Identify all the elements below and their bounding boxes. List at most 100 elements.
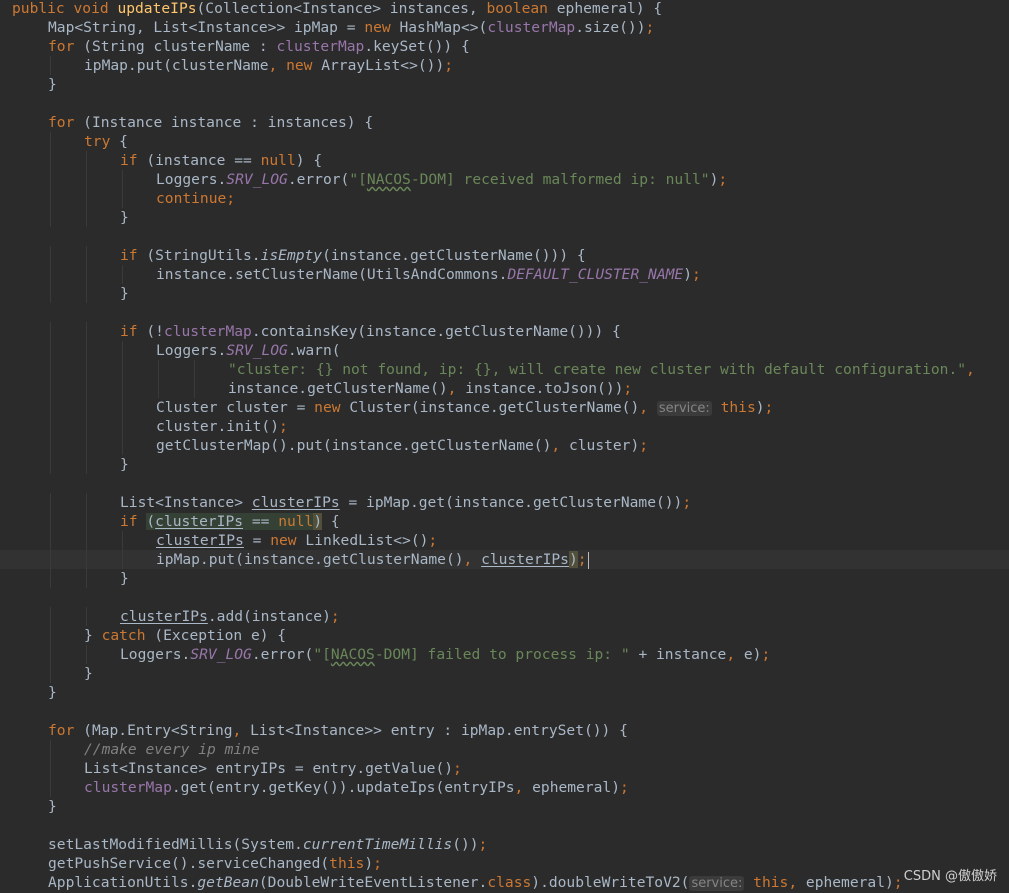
code-token: Loggers. xyxy=(120,646,191,663)
code-token: } xyxy=(48,684,57,701)
code-token: } xyxy=(84,627,102,644)
code-text: Loggers.SRV_LOG.error("[NACOS-DOM] recei… xyxy=(156,170,727,189)
code-line[interactable]: } xyxy=(0,683,1009,702)
code-line[interactable]: if (instance == null) { xyxy=(0,151,1009,170)
code-line[interactable]: clusterMap.get(entry.getKey()).updateIps… xyxy=(0,778,1009,797)
indent-guide xyxy=(50,417,51,436)
code-editor[interactable]: public void updateIPs(Collection<Instanc… xyxy=(0,0,1009,893)
indent-guide xyxy=(50,360,51,379)
code-line[interactable]: } catch (Exception e) { xyxy=(0,626,1009,645)
code-line[interactable]: public void updateIPs(Collection<Instanc… xyxy=(0,0,1009,18)
code-line[interactable]: } xyxy=(0,569,1009,588)
indent-guide xyxy=(86,379,87,398)
code-line[interactable]: getClusterMap().put(instance.getClusterN… xyxy=(0,436,1009,455)
code-line[interactable]: instance.getClusterName(), instance.toJs… xyxy=(0,379,1009,398)
code-line[interactable] xyxy=(0,474,1009,493)
indent-guide xyxy=(86,455,87,474)
indent-guide xyxy=(86,512,87,531)
code-line[interactable]: if (StringUtils.isEmpty(instance.getClus… xyxy=(0,246,1009,265)
code-token: ) xyxy=(568,551,578,568)
indent-guide xyxy=(86,170,87,189)
indent-guide xyxy=(122,189,123,208)
code-line[interactable]: getPushService().serviceChanged(this); xyxy=(0,854,1009,873)
code-line[interactable]: ApplicationUtils.getBean(DoubleWriteEven… xyxy=(0,873,1009,892)
code-line[interactable]: for (Map.Entry<String, List<Instance>> e… xyxy=(0,721,1009,740)
code-line[interactable]: clusterIPs = new LinkedList<>(); xyxy=(0,531,1009,550)
code-line[interactable]: Cluster cluster = new Cluster(instance.g… xyxy=(0,398,1009,417)
code-token: ArrayList<>()) xyxy=(321,57,445,74)
code-line[interactable]: setLastModifiedMillis(System.currentTime… xyxy=(0,835,1009,854)
code-token: ipMap.put(clusterName xyxy=(84,57,269,74)
code-line[interactable]: for (String clusterName : clusterMap.key… xyxy=(0,37,1009,56)
code-token: new xyxy=(364,19,400,36)
code-line[interactable]: ipMap.put(clusterName, new ArrayList<>()… xyxy=(0,56,1009,75)
code-token: clusterIPs xyxy=(481,551,569,568)
indent-guide xyxy=(86,607,87,626)
code-line[interactable]: clusterIPs.add(instance); xyxy=(0,607,1009,626)
code-line[interactable]: List<Instance> clusterIPs = ipMap.get(in… xyxy=(0,493,1009,512)
indent-guide xyxy=(50,56,51,75)
code-line[interactable] xyxy=(0,303,1009,322)
code-line[interactable]: List<Instance> entryIPs = entry.getValue… xyxy=(0,759,1009,778)
indent-guide xyxy=(122,398,123,417)
code-token: ( xyxy=(146,513,156,530)
code-token: getPushService().serviceChanged( xyxy=(48,855,330,872)
code-line[interactable]: try { xyxy=(0,132,1009,151)
code-line[interactable]: "cluster: {} not found, ip: {}, will cre… xyxy=(0,360,1009,379)
code-token: for xyxy=(48,722,84,739)
code-line[interactable]: Map<String, List<Instance>> ipMap = new … xyxy=(0,18,1009,37)
code-token: } xyxy=(120,456,129,473)
code-line[interactable]: } xyxy=(0,208,1009,227)
code-line[interactable]: } xyxy=(0,75,1009,94)
code-token: Loggers. xyxy=(156,171,227,188)
code-line[interactable]: continue; xyxy=(0,189,1009,208)
code-token: .warn( xyxy=(287,342,341,359)
code-token: ; xyxy=(279,418,288,435)
indent-guide xyxy=(122,170,123,189)
indent-guide xyxy=(86,531,87,550)
code-text: clusterIPs = new LinkedList<>(); xyxy=(156,531,437,550)
code-line[interactable]: } xyxy=(0,797,1009,816)
code-line[interactable] xyxy=(0,816,1009,835)
code-line[interactable] xyxy=(0,702,1009,721)
code-token: clusterIPs xyxy=(120,608,208,625)
code-text: if (instance == null) { xyxy=(120,151,322,170)
code-line[interactable] xyxy=(0,227,1009,246)
code-token: , xyxy=(639,399,657,416)
code-line[interactable]: Loggers.SRV_LOG.error("[NACOS-DOM] recei… xyxy=(0,170,1009,189)
code-token: for xyxy=(48,38,84,55)
code-token: new xyxy=(270,532,306,549)
code-token: ; xyxy=(764,399,774,416)
code-line[interactable]: Loggers.SRV_LOG.warn( xyxy=(0,341,1009,360)
code-line[interactable]: for (Instance instance : instances) { xyxy=(0,113,1009,132)
indent-guide xyxy=(86,436,87,455)
code-line[interactable]: cluster.init(); xyxy=(0,417,1009,436)
code-token: isEmpty xyxy=(260,247,323,264)
code-line[interactable]: Loggers.SRV_LOG.error("[NACOS-DOM] faile… xyxy=(0,645,1009,664)
code-token: cluster.init() xyxy=(156,418,280,435)
code-line[interactable]: ipMap.put(instance.getClusterName(), clu… xyxy=(0,550,1009,569)
code-line[interactable]: if (clusterIPs == null) { xyxy=(0,512,1009,531)
code-line[interactable]: instance.setClusterName(UtilsAndCommons.… xyxy=(0,265,1009,284)
code-token: } xyxy=(48,798,57,815)
code-token: ) xyxy=(683,266,692,283)
code-line[interactable]: } xyxy=(0,455,1009,474)
code-text: Loggers.SRV_LOG.warn( xyxy=(156,341,341,360)
code-token: (! xyxy=(146,323,164,340)
indent-guide xyxy=(50,740,51,759)
code-text: for (String clusterName : clusterMap.key… xyxy=(48,37,470,56)
code-line[interactable]: } xyxy=(0,664,1009,683)
indent-guide xyxy=(50,284,51,303)
code-text: //make every ip mine xyxy=(84,740,260,759)
code-line[interactable] xyxy=(0,94,1009,113)
code-token: } xyxy=(48,76,57,93)
code-token: SRV_LOG xyxy=(226,342,288,359)
code-line[interactable] xyxy=(0,588,1009,607)
code-token: SRV_LOG xyxy=(226,171,288,188)
code-line[interactable]: //make every ip mine xyxy=(0,740,1009,759)
code-text: Map<String, List<Instance>> ipMap = new … xyxy=(48,18,654,37)
code-line[interactable]: } xyxy=(0,284,1009,303)
code-line[interactable]: if (!clusterMap.containsKey(instance.get… xyxy=(0,322,1009,341)
code-token: ) xyxy=(364,855,374,872)
code-token: (Map.Entry<String xyxy=(83,722,233,739)
